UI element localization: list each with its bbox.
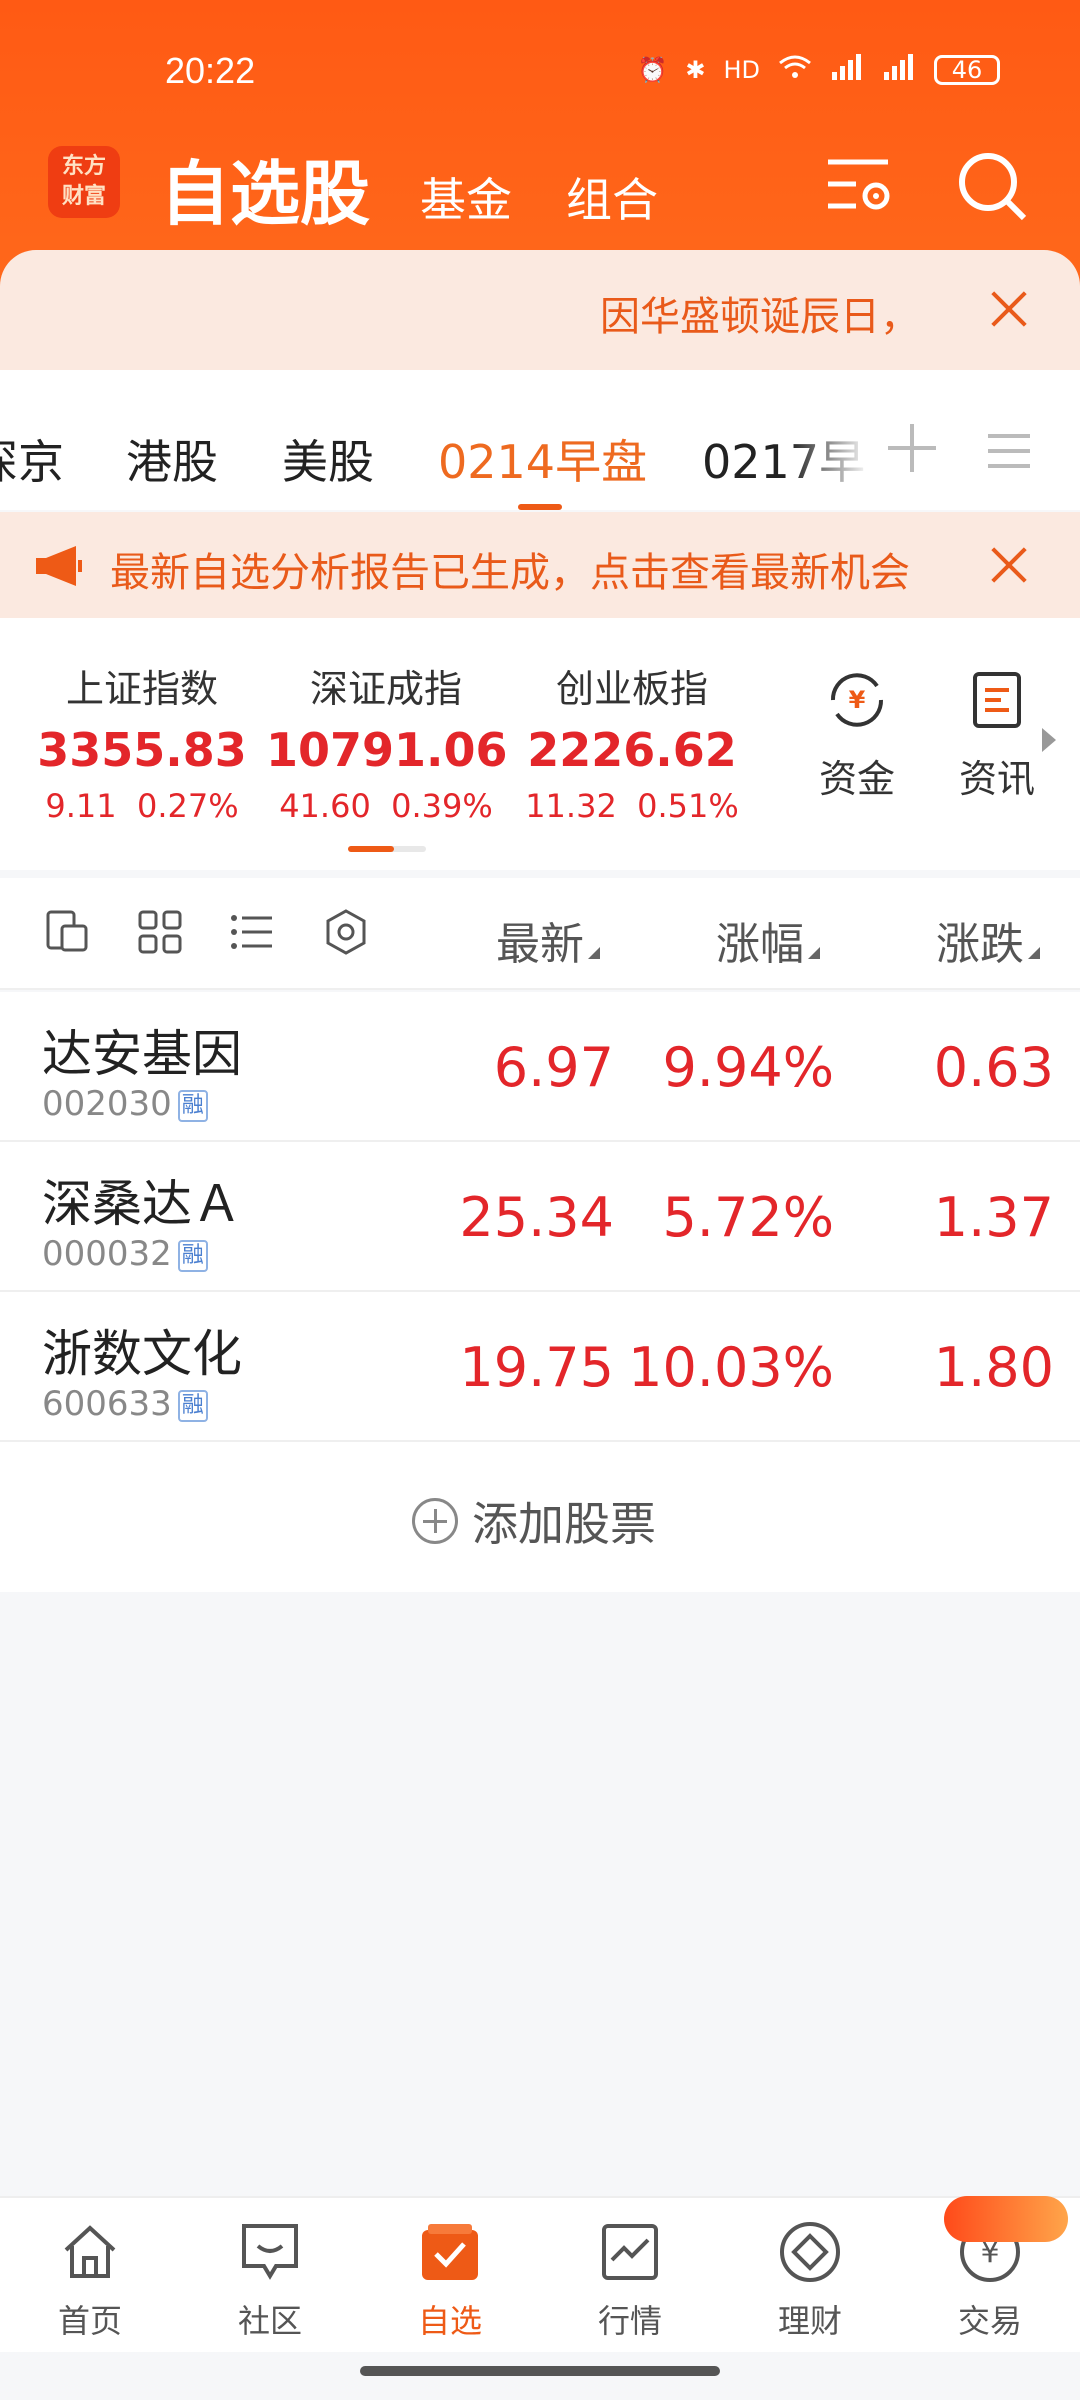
margin-badge: 融 bbox=[177, 1090, 208, 1122]
chat-icon bbox=[242, 2224, 298, 2280]
status-time: 20:22 bbox=[165, 50, 256, 91]
card-view-icon[interactable] bbox=[44, 908, 92, 956]
settings-list-icon[interactable] bbox=[822, 148, 898, 224]
svg-text:¥: ¥ bbox=[849, 686, 866, 714]
stock-change: 0.63 bbox=[933, 1036, 1054, 1099]
stock-code: 002030 bbox=[42, 1084, 172, 1124]
col-latest[interactable]: 最新 bbox=[496, 908, 600, 972]
col-change-pct[interactable]: 涨幅 bbox=[716, 908, 820, 972]
col-change[interactable]: 涨跌 bbox=[936, 908, 1040, 972]
stock-latest: 25.34 bbox=[459, 1186, 614, 1249]
grid-view-icon[interactable] bbox=[136, 908, 184, 956]
search-icon[interactable] bbox=[954, 148, 1030, 224]
tab-portfolio[interactable]: 组合 bbox=[566, 164, 658, 230]
settings-icon[interactable] bbox=[322, 908, 370, 956]
nav-home[interactable]: 首页 bbox=[20, 2220, 160, 2342]
stock-name: 达安基因 bbox=[42, 1025, 242, 1083]
stock-change: 1.80 bbox=[933, 1336, 1054, 1399]
signal-icon-2 bbox=[882, 54, 916, 86]
tab-us[interactable]: 美股 bbox=[282, 426, 374, 492]
tab-0214-morning[interactable]: 0214早盘 bbox=[438, 426, 647, 492]
add-circle-icon bbox=[412, 1498, 458, 1544]
stock-pct: 10.03% bbox=[628, 1336, 834, 1399]
stock-code: 600633 bbox=[42, 1384, 172, 1424]
wealth-icon bbox=[780, 2222, 840, 2282]
close-icon[interactable] bbox=[986, 542, 1032, 588]
table-row[interactable]: 深桑达Ａ 000032 融 25.34 5.72% 1.37 bbox=[0, 1142, 1080, 1292]
bottom-nav: 首页 社区 自选 行情 理财 ¥ 交易 bbox=[0, 2196, 1080, 2352]
nav-watchlist[interactable]: 自选 bbox=[380, 2220, 520, 2342]
top-bar: 东方 财富 自选股 基金 组合 bbox=[0, 140, 1080, 240]
stock-name: 浙数文化 bbox=[42, 1325, 242, 1383]
holiday-notice-banner[interactable]: 因华盛顿诞辰日， bbox=[0, 250, 1080, 370]
index-card-chinext[interactable]: 创业板指 2226.62 11.32 0.51% bbox=[512, 658, 752, 825]
home-indicator[interactable] bbox=[360, 2366, 720, 2376]
stock-pct: 5.72% bbox=[662, 1186, 834, 1249]
stock-change: 1.37 bbox=[933, 1186, 1054, 1249]
list-header: 最新 涨幅 涨跌 bbox=[0, 878, 1080, 990]
table-row[interactable]: 浙数文化 600633 融 19.75 10.03% 1.80 bbox=[0, 1292, 1080, 1442]
news-icon bbox=[973, 672, 1021, 728]
stock-latest: 6.97 bbox=[493, 1036, 614, 1099]
nav-community[interactable]: 社区 bbox=[200, 2220, 340, 2342]
stock-code: 000032 bbox=[42, 1234, 172, 1274]
battery-icon: 46 bbox=[934, 55, 1000, 85]
home-icon bbox=[64, 2225, 116, 2278]
report-banner-text: 最新自选分析报告已生成，点击查看最新机会 bbox=[110, 550, 910, 596]
close-icon[interactable] bbox=[986, 286, 1032, 332]
promo-badge[interactable] bbox=[944, 2196, 1068, 2242]
menu-icon[interactable] bbox=[988, 434, 1030, 468]
holiday-notice-text: 因华盛顿诞辰日， bbox=[600, 294, 920, 340]
add-stock-button[interactable]: 添加股票 bbox=[0, 1442, 1080, 1592]
nav-wealth[interactable]: 理财 bbox=[740, 2220, 880, 2342]
scroll-right-icon[interactable] bbox=[1042, 728, 1056, 752]
news-button[interactable]: 资讯 bbox=[942, 668, 1052, 803]
stock-name: 深桑达Ａ bbox=[42, 1175, 242, 1233]
stock-latest: 19.75 bbox=[459, 1336, 614, 1399]
stock-pct: 9.94% bbox=[662, 1036, 834, 1099]
signal-icon bbox=[830, 54, 864, 86]
tab-sz-bj[interactable]: 深京 bbox=[0, 426, 64, 492]
index-card-shenzhen[interactable]: 深证成指 10791.06 41.60 0.39% bbox=[266, 658, 508, 825]
margin-badge: 融 bbox=[177, 1390, 208, 1422]
bluetooth-icon: ✱ bbox=[685, 56, 706, 84]
alarm-icon: ⏰ bbox=[637, 56, 668, 84]
nav-market[interactable]: 行情 bbox=[560, 2220, 700, 2342]
status-bar: 20:22 ⏰ ✱ HD 46 bbox=[0, 44, 1080, 100]
wifi-icon bbox=[778, 54, 812, 86]
megaphone-icon bbox=[36, 544, 84, 588]
status-icons: ⏰ ✱ HD 46 bbox=[637, 54, 1000, 86]
table-row[interactable]: 达安基因 002030 融 6.97 9.94% 0.63 bbox=[0, 992, 1080, 1142]
funds-button[interactable]: ¥ 资金 bbox=[802, 668, 912, 803]
gesture-bar-area bbox=[0, 2352, 1080, 2400]
app-logo: 东方 财富 bbox=[48, 146, 120, 218]
tab-fund[interactable]: 基金 bbox=[420, 164, 512, 230]
funds-icon: ¥ bbox=[830, 673, 884, 727]
add-stock-label: 添加股票 bbox=[472, 1497, 656, 1551]
margin-badge: 融 bbox=[177, 1240, 208, 1272]
index-card-shanghai[interactable]: 上证指数 3355.83 9.11 0.27% bbox=[22, 658, 262, 825]
chart-icon bbox=[602, 2224, 658, 2280]
index-scroll-indicator bbox=[348, 846, 426, 852]
list-view-icon[interactable] bbox=[228, 908, 276, 956]
watchlist-icon bbox=[422, 2224, 478, 2280]
report-banner[interactable]: 最新自选分析报告已生成，点击查看最新机会 bbox=[0, 512, 1080, 618]
page-title[interactable]: 自选股 bbox=[160, 138, 370, 239]
add-tab-icon[interactable] bbox=[888, 424, 936, 472]
active-tab-indicator bbox=[518, 504, 562, 510]
hd-icon: HD bbox=[723, 56, 760, 84]
index-section: 上证指数 3355.83 9.11 0.27% 深证成指 10791.06 41… bbox=[0, 618, 1080, 870]
tab-hk[interactable]: 港股 bbox=[126, 426, 218, 492]
tab-fade bbox=[790, 410, 870, 490]
